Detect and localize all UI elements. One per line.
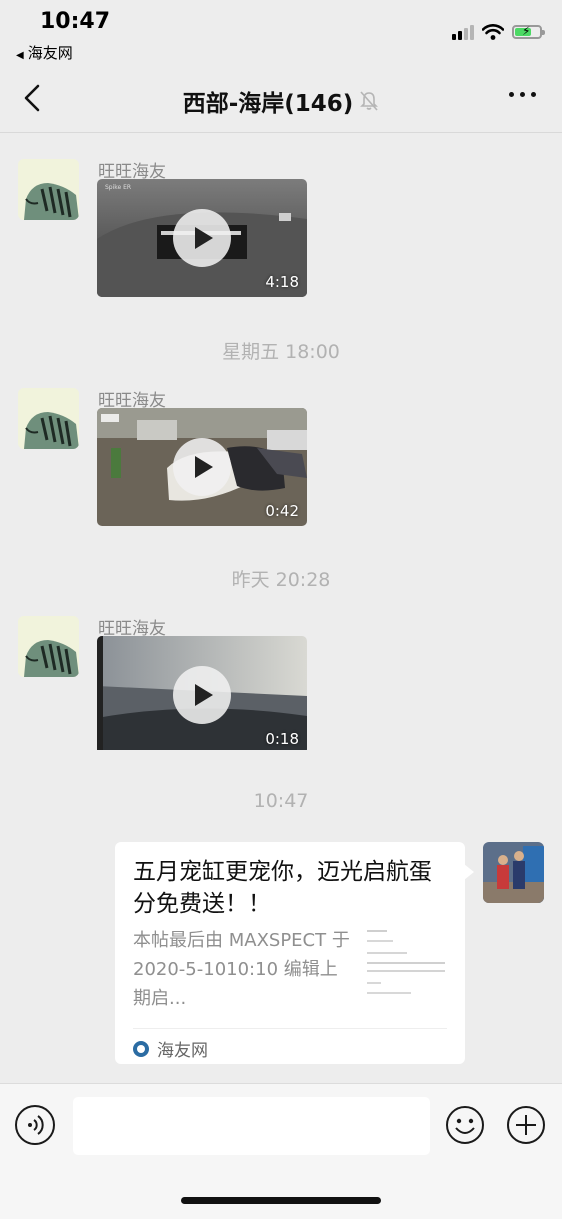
back-to-app-link[interactable]: ◀ 海友网 <box>16 42 73 63</box>
avatar[interactable] <box>18 159 79 220</box>
video-duration: 4:18 <box>265 273 299 291</box>
play-icon[interactable] <box>173 666 231 724</box>
status-icons: ⚡ <box>452 24 545 40</box>
avatar[interactable] <box>18 616 79 677</box>
chat-header: 西部-海岸(146) <box>0 64 562 133</box>
cellular-signal-icon <box>452 24 474 40</box>
plus-icon[interactable] <box>506 1105 546 1145</box>
status-bar: 10:47 ◀ 海友网 ⚡ <box>0 0 562 64</box>
back-app-label: 海友网 <box>27 44 73 62</box>
zebra-avatar-image <box>18 616 79 677</box>
chat-title-wrap: 西部-海岸(146) <box>0 84 562 118</box>
bell-muted-icon <box>360 91 379 111</box>
battery-charging-icon: ⚡ <box>512 24 545 39</box>
haiyou-logo-icon <box>133 1040 149 1057</box>
play-icon[interactable] <box>173 209 231 267</box>
link-card-source: 海友网 <box>133 1036 208 1061</box>
video-message[interactable]: 0:18 <box>97 636 307 754</box>
status-time: 10:47 <box>40 9 111 34</box>
wifi-icon <box>482 24 504 40</box>
my-avatar[interactable] <box>483 842 544 903</box>
video-message[interactable]: 0:42 <box>97 408 307 526</box>
my-avatar-image <box>483 842 544 903</box>
video-duration: 0:42 <box>265 502 299 520</box>
zebra-avatar-image <box>18 388 79 449</box>
message-input[interactable] <box>73 1097 430 1155</box>
video-message[interactable]: Spike ER 4:18 <box>97 179 307 297</box>
link-card-message[interactable]: 五月宠缸更宠你，迈光启航蛋分免费送！！ 本帖最后由 MAXSPECT 于 202… <box>115 842 474 1064</box>
chat-title: 西部-海岸(146) <box>182 91 354 117</box>
emoji-icon[interactable] <box>445 1105 485 1145</box>
timestamp-divider: 昨天 20:28 <box>231 569 331 591</box>
link-card-source-name: 海友网 <box>157 1041 208 1061</box>
link-card-title: 五月宠缸更宠你，迈光启航蛋分免费送！！ <box>133 859 432 917</box>
voice-icon[interactable] <box>15 1105 55 1145</box>
video-duration: 0:18 <box>265 730 299 748</box>
timestamp-divider: 10:47 <box>253 790 309 812</box>
avatar[interactable] <box>18 388 79 449</box>
play-icon[interactable] <box>173 438 231 496</box>
zebra-avatar-image <box>18 159 79 220</box>
back-triangle-icon: ◀ <box>16 50 24 61</box>
home-indicator[interactable] <box>181 1197 381 1204</box>
link-card-thumbnail <box>365 928 449 1008</box>
svg-text:Spike ER: Spike ER <box>105 184 131 191</box>
link-card-description: 本帖最后由 MAXSPECT 于 2020-5-1010:10 编辑上期启... <box>133 930 350 1009</box>
link-card-divider <box>133 1028 447 1029</box>
timestamp-divider: 星期五 18:00 <box>222 341 340 363</box>
more-dots-icon[interactable] <box>509 92 536 97</box>
